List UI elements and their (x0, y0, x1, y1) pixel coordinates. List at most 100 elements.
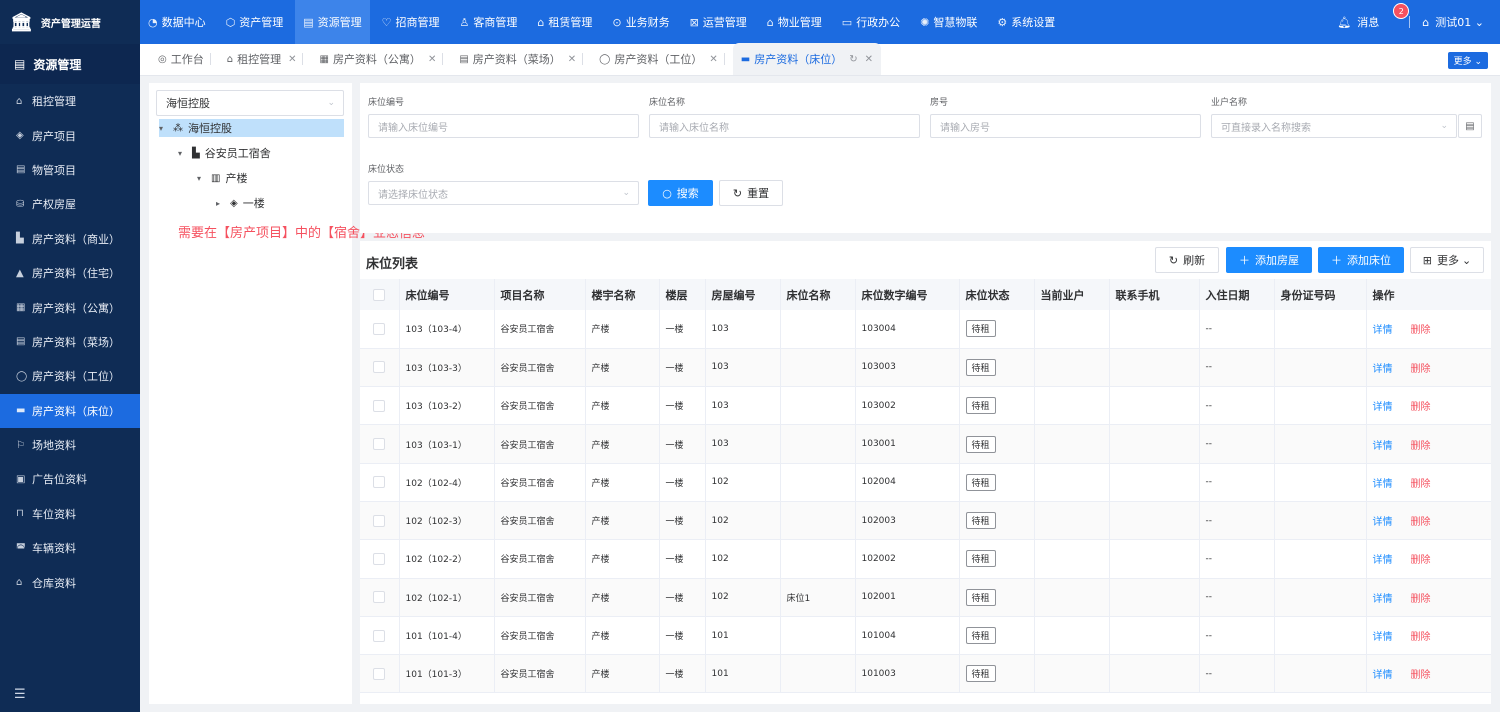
caret-right-icon[interactable]: ▸ (216, 199, 230, 208)
table-row[interactable]: 102（102-4） 谷安员工宿舍 产楼 一楼 102 102004 待租 -- 详情 删除 (360, 463, 1491, 502)
sidebar-item[interactable]: ◚ 车辆资料 (0, 531, 140, 565)
delete-link[interactable]: 删除 (1411, 517, 1431, 528)
reset-button[interactable]: ↻ 重置 (719, 180, 783, 206)
tab[interactable]: ▤ 房产资料（菜场） ✕ (451, 43, 591, 75)
close-icon[interactable]: ✕ (288, 54, 296, 65)
delete-link[interactable]: 删除 (1411, 555, 1431, 566)
sidebar-item[interactable]: ⊓ 车位资料 (0, 497, 140, 531)
close-icon[interactable]: ✕ (865, 54, 873, 65)
delete-link[interactable]: 删除 (1411, 402, 1431, 413)
bed-status-select[interactable]: 请选择床位状态 ⌄ (368, 181, 639, 205)
row-checkbox[interactable] (373, 322, 385, 335)
sidebar-item[interactable]: ▤ 物管项目 (0, 153, 140, 187)
delete-link[interactable]: 删除 (1411, 364, 1431, 375)
clipboard-icon[interactable]: ▤ (1458, 114, 1482, 138)
sidebar-item[interactable]: ◯ 房产资料（工位） (0, 359, 140, 393)
delete-link[interactable]: 删除 (1411, 670, 1431, 681)
tabs-more-button[interactable]: 更多 ⌄ (1447, 52, 1488, 69)
detail-link[interactable]: 详情 (1373, 364, 1393, 375)
caret-down-icon[interactable]: ▾ (159, 124, 173, 133)
sidebar-item[interactable]: ▤ 房产资料（菜场） (0, 325, 140, 359)
bed-name-input[interactable]: 请输入床位名称 (649, 114, 920, 138)
delete-link[interactable]: 删除 (1411, 594, 1431, 605)
table-row[interactable]: 102（102-1） 谷安员工宿舍 产楼 一楼 102 床位1 102001 待租 -- 详情 删除 (360, 578, 1491, 617)
sidebar-item[interactable]: ▦ 房产资料（公寓） (0, 290, 140, 324)
close-icon[interactable]: ✕ (568, 54, 576, 65)
top-menu-item[interactable]: ▤ 资源管理 (295, 0, 370, 44)
top-menu-item[interactable]: ✺ 智慧物联 (912, 0, 985, 44)
sidebar-item[interactable]: ▣ 广告位资料 (0, 462, 140, 496)
refresh-icon[interactable]: ↻ (849, 54, 857, 65)
top-menu-item[interactable]: ◔ 数据中心 (140, 0, 214, 44)
top-menu-item[interactable]: ⌂ 租赁管理 (529, 0, 600, 44)
bell-icon[interactable]: 🔔︎ (1337, 16, 1351, 29)
tenant-name-select[interactable]: 可直接录入名称搜索 ⌄ (1211, 114, 1457, 138)
detail-link[interactable]: 详情 (1373, 517, 1393, 528)
sidebar-item[interactable]: ⛁ 产权房屋 (0, 187, 140, 221)
sidebar-item[interactable]: ▙ 房产资料（商业） (0, 222, 140, 256)
detail-link[interactable]: 详情 (1373, 479, 1393, 490)
table-row[interactable]: 103（103-3） 谷安员工宿舍 产楼 一楼 103 103003 待租 -- 详情 删除 (360, 348, 1491, 388)
detail-link[interactable]: 详情 (1373, 555, 1393, 566)
close-icon[interactable]: ✕ (428, 54, 436, 65)
caret-down-icon[interactable]: ▾ (178, 149, 192, 158)
row-checkbox[interactable] (373, 438, 385, 451)
add-bed-button[interactable]: ＋ 添加床位 (1318, 247, 1404, 273)
row-checkbox[interactable] (373, 361, 385, 374)
row-checkbox[interactable] (373, 476, 385, 489)
row-checkbox[interactable] (373, 591, 385, 604)
table-row[interactable]: 101（101-4） 谷安员工宿舍 产楼 一楼 101 101004 待租 -- 详情 删除 (360, 616, 1491, 656)
org-select[interactable]: 海恒控股 ⌄ (156, 90, 344, 116)
delete-link[interactable]: 删除 (1411, 441, 1431, 452)
sidebar-item[interactable]: ▲ 房产资料（住宅） (0, 256, 140, 290)
delete-link[interactable]: 删除 (1411, 325, 1431, 336)
top-menu-item[interactable]: ⊠ 运营管理 (682, 0, 755, 44)
row-checkbox[interactable] (373, 514, 385, 527)
message-link[interactable]: 消息 2 (1357, 3, 1410, 30)
detail-link[interactable]: 详情 (1373, 441, 1393, 452)
detail-link[interactable]: 详情 (1373, 402, 1393, 413)
table-row[interactable]: 101（101-3） 谷安员工宿舍 产楼 一楼 101 101003 待租 -- 详情 删除 (360, 654, 1491, 694)
row-checkbox[interactable] (373, 629, 385, 642)
row-checkbox[interactable] (373, 667, 385, 680)
tab[interactable]: ▬ 房产资料（床位） ↻ ✕ (732, 43, 881, 75)
sidebar-item[interactable]: ⌂ 租控管理 (0, 84, 140, 118)
refresh-button[interactable]: ↻ 刷新 (1155, 247, 1219, 273)
delete-link[interactable]: 删除 (1411, 632, 1431, 643)
select-all-checkbox[interactable] (373, 289, 385, 301)
tree-node[interactable]: ▾ ▥ 产楼 (197, 169, 247, 187)
bed-code-input[interactable]: 请输入床位编号 (368, 114, 639, 138)
detail-link[interactable]: 详情 (1373, 632, 1393, 643)
tree-node[interactable]: ▾ ▙ 谷安员工宿舍 (178, 144, 271, 162)
sidebar-item[interactable]: ▬ 房产资料（床位） (0, 393, 140, 428)
detail-link[interactable]: 详情 (1373, 325, 1393, 336)
top-menu-item[interactable]: ⚙ 系统设置 (989, 0, 1063, 44)
room-no-input[interactable]: 请输入房号 (930, 114, 1201, 138)
row-checkbox[interactable] (373, 399, 385, 412)
top-menu-item[interactable]: ▭ 行政办公 (834, 0, 908, 44)
user-menu[interactable]: 测试01 ⌄ (1435, 14, 1484, 30)
caret-down-icon[interactable]: ▾ (197, 174, 211, 183)
row-checkbox[interactable] (373, 552, 385, 565)
table-row[interactable]: 102（102-3） 谷安员工宿舍 产楼 一楼 102 102003 待租 -- 详情 删除 (360, 501, 1491, 541)
tree-node[interactable]: ▸ ◈ 一楼 (216, 194, 265, 212)
detail-link[interactable]: 详情 (1373, 670, 1393, 681)
tab[interactable]: ⌂ 租控管理 ✕ (219, 43, 312, 75)
table-row[interactable]: 103（103-1） 谷安员工宿舍 产楼 一楼 103 103001 待租 -- 详情 删除 (360, 424, 1491, 464)
tab[interactable]: ◯ 房产资料（工位） ✕ (591, 43, 733, 75)
app-logo[interactable]: 🏛 资产管理运营 (0, 0, 140, 44)
tab[interactable]: ▦ 房产资料（公寓） ✕ (311, 43, 451, 75)
sidebar-item[interactable]: ⚐ 场地资料 (0, 428, 140, 462)
search-button[interactable]: ○ 搜索 (648, 180, 713, 206)
top-menu-item[interactable]: ♡ 招商管理 (374, 0, 448, 44)
sidebar-item[interactable]: ⌂ 仓库资料 (0, 565, 140, 599)
add-room-button[interactable]: ＋ 添加房屋 (1226, 247, 1312, 273)
delete-link[interactable]: 删除 (1411, 479, 1431, 490)
top-menu-item[interactable]: ♙ 客商管理 (452, 0, 526, 44)
tab[interactable]: ◎ 工作台 (150, 43, 219, 75)
sidebar-item[interactable]: ◈ 房产项目 (0, 118, 140, 152)
table-row[interactable]: 102（102-2） 谷安员工宿舍 产楼 一楼 102 102002 待租 -- 详情 删除 (360, 539, 1491, 579)
close-icon[interactable]: ✕ (709, 54, 717, 65)
top-menu-item[interactable]: ⊙ 业务财务 (604, 0, 677, 44)
table-row[interactable]: 103（103-2） 谷安员工宿舍 产楼 一楼 103 103002 待租 -- 详情 删除 (360, 386, 1491, 426)
